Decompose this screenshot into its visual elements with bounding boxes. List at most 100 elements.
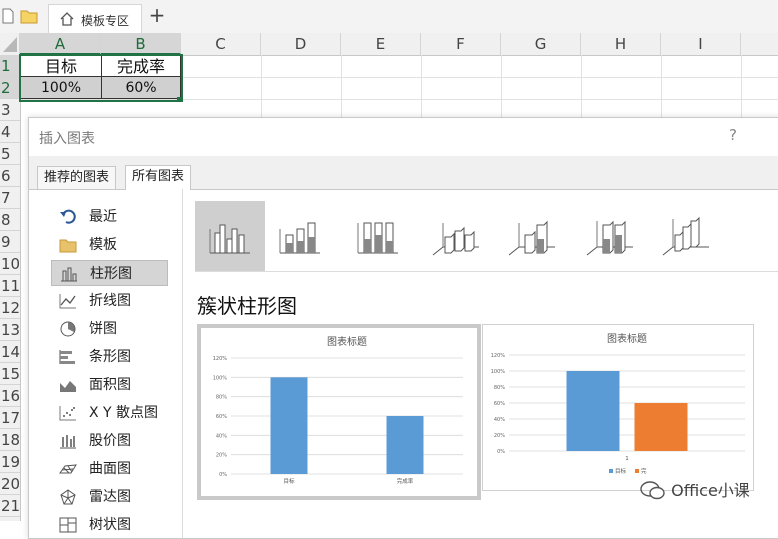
3d-column-option[interactable]	[651, 201, 721, 271]
home-icon	[60, 12, 74, 26]
nav-label: 曲面图	[89, 461, 131, 477]
row-header[interactable]: 21	[0, 495, 20, 517]
column-header[interactable]: G	[501, 33, 581, 55]
y-tick-label: 80%	[216, 395, 227, 401]
watermark: Office小课	[640, 477, 750, 504]
row-header[interactable]: 18	[0, 429, 20, 451]
column-header[interactable]: H	[581, 33, 661, 55]
select-all-corner[interactable]	[0, 33, 20, 55]
row-header[interactable]: 6	[0, 165, 20, 187]
fill-handle[interactable]	[177, 97, 182, 102]
row-header[interactable]: 9	[0, 231, 20, 253]
row-header[interactable]: 16	[0, 385, 20, 407]
surface-chart-icon	[59, 464, 77, 474]
chart-preview-2[interactable]: 图表标题 0% 20% 40% 60% 80% 100% 120% 1 目标 完	[482, 324, 754, 491]
nav-item-templates[interactable]: 模板	[51, 232, 168, 258]
row-header[interactable]: 5	[0, 143, 20, 165]
undo-arrow-icon	[60, 209, 76, 224]
grid-line	[421, 55, 422, 117]
y-tick-label: 40%	[494, 417, 505, 423]
nav-item-bar[interactable]: 条形图	[51, 344, 168, 370]
dialog-title: 插入图表	[39, 131, 95, 147]
row-header[interactable]: 17	[0, 407, 20, 429]
nav-item-treemap[interactable]: 树状图	[51, 512, 168, 538]
stacked-column-option[interactable]	[265, 201, 335, 271]
row-header[interactable]: 4	[0, 121, 20, 143]
nav-item-scatter[interactable]: X Y 散点图	[51, 400, 168, 426]
y-tick-label: 80%	[494, 385, 505, 391]
tab-all-charts[interactable]: 所有图表	[125, 165, 192, 190]
row-headers: 1 2 3 4 5 6 7 8 9 10 11 12 13 14 15 16 1…	[0, 55, 21, 521]
bar	[386, 416, 424, 474]
insert-chart-dialog: 插入图表 ? 推荐的图表 所有图表 最近 模板 柱形图 折线图 饼图 条形图 面…	[28, 117, 778, 539]
nav-item-area[interactable]: 面积图	[51, 372, 168, 398]
bar	[634, 403, 688, 451]
nav-item-pie[interactable]: 饼图	[51, 316, 168, 342]
3d-clustered-column-option[interactable]	[421, 201, 491, 271]
percent-stacked-column-option[interactable]	[343, 201, 413, 271]
folder-icon	[59, 239, 77, 253]
row-header[interactable]: 7	[0, 187, 20, 209]
nav-item-radar[interactable]: 雷达图	[51, 484, 168, 510]
chart-title: 图表标题	[607, 332, 647, 345]
3d-percent-stacked-column-option[interactable]	[575, 201, 645, 271]
grid-line	[581, 55, 582, 117]
row-header[interactable]: 10	[0, 253, 20, 275]
tab-recommended-charts[interactable]: 推荐的图表	[37, 166, 117, 189]
y-tick-label: 60%	[216, 414, 227, 420]
folder-icon[interactable]	[20, 8, 38, 24]
x-tick-label: 目标	[283, 477, 295, 485]
nav-label: 条形图	[89, 349, 131, 365]
clustered-column-option[interactable]	[195, 201, 265, 271]
tab-templates[interactable]: 模板专区	[48, 4, 142, 33]
column-header[interactable]: D	[261, 33, 341, 55]
y-tick-label: 60%	[494, 401, 505, 407]
row-header[interactable]: 13	[0, 319, 20, 341]
bar	[566, 371, 620, 451]
column-header[interactable]: F	[421, 33, 501, 55]
y-tick-label: 120%	[491, 353, 506, 359]
x-tick-label: 完成率	[397, 477, 414, 485]
column-header[interactable]: E	[341, 33, 421, 55]
chart-preview-1-canvas: 图表标题 0% 20% 40% 60% 80% 100% 120% 目标 完成率	[213, 335, 463, 485]
row-header[interactable]: 12	[0, 297, 20, 319]
nav-label: 树状图	[89, 517, 131, 533]
chart-subtype-row	[195, 201, 778, 272]
chart-title: 图表标题	[327, 335, 367, 348]
help-button[interactable]: ?	[729, 126, 737, 144]
nav-item-stock[interactable]: 股价图	[51, 428, 168, 454]
row-header[interactable]: 2	[0, 77, 20, 99]
nav-item-recent[interactable]: 最近	[51, 204, 168, 230]
row-header[interactable]: 20	[0, 473, 20, 495]
column-header[interactable]: B	[101, 33, 181, 55]
column-header[interactable]: A	[20, 33, 101, 55]
grid-line	[501, 55, 502, 117]
row-header[interactable]: 3	[0, 99, 20, 121]
column-header[interactable]: I	[661, 33, 741, 55]
nav-label: 柱形图	[90, 266, 132, 282]
nav-label: 饼图	[89, 321, 117, 337]
row-header[interactable]: 11	[0, 275, 20, 297]
row-header[interactable]: 15	[0, 363, 20, 385]
row-header[interactable]: 1	[0, 55, 20, 77]
new-tab-button[interactable]: +	[146, 4, 168, 28]
selection-border	[19, 54, 183, 102]
legend-swatch	[635, 469, 639, 473]
y-tick-label: 40%	[216, 433, 227, 439]
row-header[interactable]: 19	[0, 451, 20, 473]
new-document-icon[interactable]	[2, 8, 14, 24]
tab-templates-label: 模板专区	[81, 14, 130, 28]
3d-stacked-column-option[interactable]	[497, 201, 567, 271]
nav-item-column[interactable]: 柱形图	[51, 260, 168, 286]
column-chart-icon	[61, 267, 77, 282]
grid-line	[661, 55, 662, 117]
nav-item-line[interactable]: 折线图	[51, 288, 168, 314]
y-tick-label: 120%	[213, 356, 228, 362]
row-header[interactable]: 8	[0, 209, 20, 231]
pie-chart-icon	[60, 321, 76, 337]
nav-item-surface[interactable]: 曲面图	[51, 456, 168, 482]
chart-preview-1[interactable]: 图表标题 0% 20% 40% 60% 80% 100% 120% 目标 完成率	[197, 324, 481, 500]
column-header[interactable]: C	[181, 33, 261, 55]
bar-chart-icon	[59, 350, 75, 364]
row-header[interactable]: 14	[0, 341, 20, 363]
